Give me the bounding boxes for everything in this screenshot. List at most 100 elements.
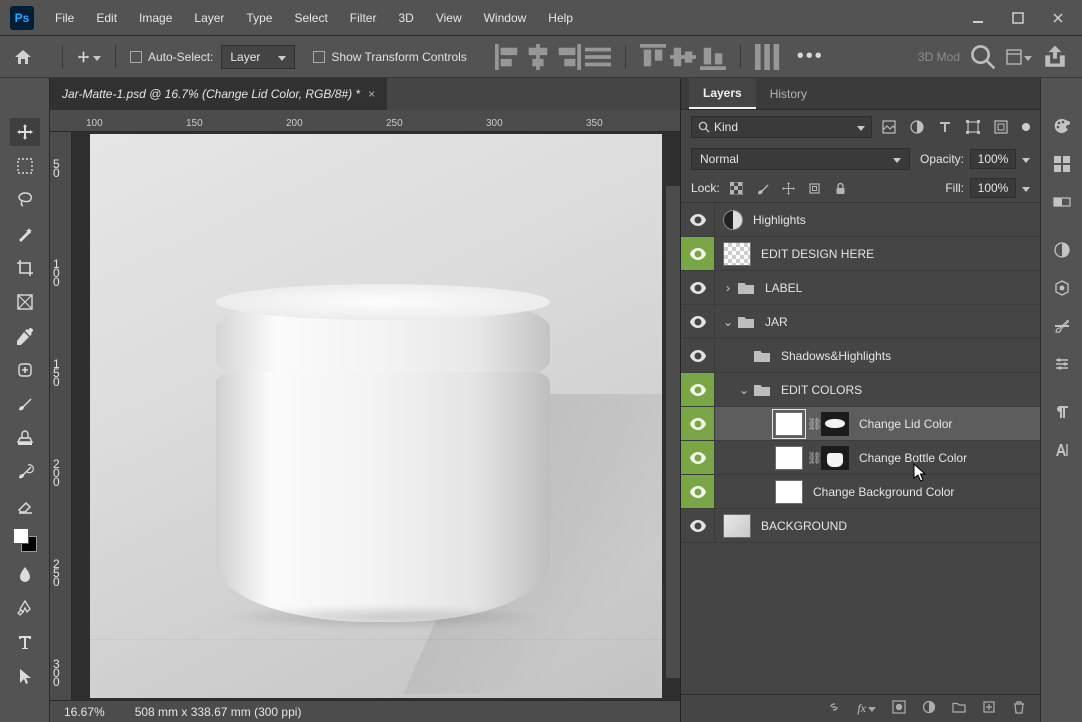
- color-panel-icon[interactable]: [1050, 114, 1074, 138]
- visibility-toggle[interactable]: [681, 407, 715, 440]
- mask-link-icon[interactable]: ⛓: [807, 417, 817, 431]
- mask-thumbnail[interactable]: [821, 446, 849, 470]
- layer-row-sh_hl[interactable]: Shadows&Highlights: [681, 339, 1040, 373]
- layer-row-background[interactable]: BACKGROUND: [681, 509, 1040, 543]
- menu-filter[interactable]: Filter: [339, 5, 388, 31]
- layer-style-icon[interactable]: fx: [857, 701, 876, 716]
- crop-tool[interactable]: [10, 254, 40, 282]
- align-right-icon[interactable]: [555, 46, 581, 68]
- frame-tool[interactable]: [10, 288, 40, 316]
- foreground-background-colors[interactable]: [10, 526, 40, 554]
- filter-type-icon[interactable]: [934, 117, 956, 137]
- layer-row-bottle_color[interactable]: ⛓Change Bottle Color: [681, 441, 1040, 475]
- character-panel-icon[interactable]: [1050, 438, 1074, 462]
- layer-name[interactable]: LABEL: [755, 281, 802, 295]
- add-mask-icon[interactable]: [892, 700, 906, 717]
- visibility-toggle[interactable]: [681, 203, 715, 236]
- filter-adjustment-icon[interactable]: [906, 117, 928, 137]
- canvas[interactable]: [90, 134, 662, 698]
- adjustments-panel-icon[interactable]: [1050, 238, 1074, 262]
- link-layers-icon[interactable]: [827, 700, 841, 717]
- document-dimensions[interactable]: 508 mm x 338.67 mm (300 ppi): [135, 705, 302, 719]
- lock-position-icon[interactable]: [780, 179, 798, 197]
- filter-pixel-icon[interactable]: [878, 117, 900, 137]
- layer-name[interactable]: EDIT COLORS: [771, 383, 862, 397]
- chevron-down-icon[interactable]: [1022, 181, 1030, 195]
- layer-name[interactable]: Change Lid Color: [849, 417, 952, 431]
- visibility-toggle[interactable]: [681, 475, 715, 508]
- lasso-tool[interactable]: [10, 186, 40, 214]
- align-left-icon[interactable]: [495, 46, 521, 68]
- layer-list[interactable]: Highlights EDIT DESIGN HERE › LABEL ⌄ JAR Sha…: [681, 203, 1040, 694]
- align-center-h-icon[interactable]: [525, 46, 551, 68]
- filter-smart-icon[interactable]: [990, 117, 1012, 137]
- layer-row-label[interactable]: › LABEL: [681, 271, 1040, 305]
- lock-artboard-icon[interactable]: [806, 179, 824, 197]
- menu-layer[interactable]: Layer: [183, 5, 235, 31]
- blend-mode-dropdown[interactable]: Normal: [691, 148, 910, 170]
- collapse-chevron-icon[interactable]: ⌄: [739, 383, 749, 397]
- show-transform-checkbox[interactable]: Show Transform Controls: [313, 50, 466, 64]
- arrange-documents-icon[interactable]: [1006, 46, 1032, 68]
- magic-wand-tool[interactable]: [10, 220, 40, 248]
- menu-help[interactable]: Help: [537, 5, 584, 31]
- menu-image[interactable]: Image: [128, 5, 183, 31]
- more-options-button[interactable]: •••: [789, 45, 832, 68]
- layer-name[interactable]: Highlights: [743, 213, 806, 227]
- new-layer-icon[interactable]: [982, 700, 996, 717]
- menu-select[interactable]: Select: [283, 5, 338, 31]
- layer-filter-kind-dropdown[interactable]: Kind: [691, 116, 872, 138]
- home-button[interactable]: [8, 43, 38, 71]
- auto-select-checkbox[interactable]: Auto-Select:: [130, 50, 213, 64]
- foreground-color-swatch[interactable]: [13, 528, 29, 544]
- share-icon[interactable]: [1042, 46, 1068, 68]
- expand-chevron-icon[interactable]: ›: [723, 281, 733, 295]
- pen-tool[interactable]: [10, 594, 40, 622]
- search-icon[interactable]: [970, 46, 996, 68]
- fill-input[interactable]: 100%: [970, 178, 1016, 198]
- visibility-toggle[interactable]: [681, 305, 715, 338]
- visibility-toggle[interactable]: [681, 509, 715, 542]
- ruler-vertical[interactable]: 50100150200250300: [50, 132, 72, 700]
- delete-layer-icon[interactable]: [1012, 700, 1026, 717]
- libraries-panel-icon[interactable]: [1050, 276, 1074, 300]
- filter-toggle[interactable]: [1022, 123, 1030, 131]
- opacity-input[interactable]: 100%: [970, 149, 1016, 169]
- zoom-value[interactable]: 16.67%: [64, 705, 105, 719]
- fill-thumbnail[interactable]: [775, 412, 803, 436]
- layer-row-jar[interactable]: ⌄ JAR: [681, 305, 1040, 339]
- type-tool[interactable]: [10, 628, 40, 656]
- layer-row-bg_color[interactable]: Change Background Color: [681, 475, 1040, 509]
- align-top-icon[interactable]: [640, 46, 666, 68]
- maximize-button[interactable]: [998, 4, 1038, 32]
- filter-shape-icon[interactable]: [962, 117, 984, 137]
- menu-edit[interactable]: Edit: [85, 5, 128, 31]
- mask-link-icon[interactable]: ⛓: [807, 451, 817, 465]
- lock-all-icon[interactable]: [832, 179, 850, 197]
- auto-select-target-dropdown[interactable]: Layer: [221, 45, 295, 69]
- visibility-toggle[interactable]: [681, 441, 715, 474]
- collapse-chevron-icon[interactable]: ⌄: [723, 315, 733, 329]
- ruler-horizontal[interactable]: 100 150 200 250 300 350: [50, 110, 680, 132]
- lock-image-icon[interactable]: [754, 179, 772, 197]
- align-middle-icon[interactable]: [670, 46, 696, 68]
- menu-window[interactable]: Window: [473, 5, 538, 31]
- minimize-button[interactable]: [958, 4, 998, 32]
- layer-name[interactable]: Change Background Color: [803, 485, 954, 499]
- layer-name[interactable]: BACKGROUND: [751, 519, 847, 533]
- layer-row-edit_design[interactable]: EDIT DESIGN HERE: [681, 237, 1040, 271]
- document-tab[interactable]: Jar-Matte-1.psd @ 16.7% (Change Lid Colo…: [50, 78, 387, 110]
- layer-name[interactable]: JAR: [755, 315, 788, 329]
- visibility-toggle[interactable]: [681, 271, 715, 304]
- align-justify-icon[interactable]: [585, 46, 611, 68]
- swatches-panel-icon[interactable]: [1050, 152, 1074, 176]
- layer-row-edit_colors[interactable]: ⌄ EDIT COLORS: [681, 373, 1040, 407]
- move-tool-icon[interactable]: [77, 45, 101, 69]
- menu-view[interactable]: View: [425, 5, 473, 31]
- eraser-tool[interactable]: [10, 492, 40, 520]
- history-brush-tool[interactable]: [10, 458, 40, 486]
- layer-name[interactable]: EDIT DESIGN HERE: [751, 247, 874, 261]
- close-button[interactable]: [1038, 4, 1078, 32]
- distribute-icon[interactable]: [755, 46, 781, 68]
- close-tab-button[interactable]: ×: [368, 87, 375, 101]
